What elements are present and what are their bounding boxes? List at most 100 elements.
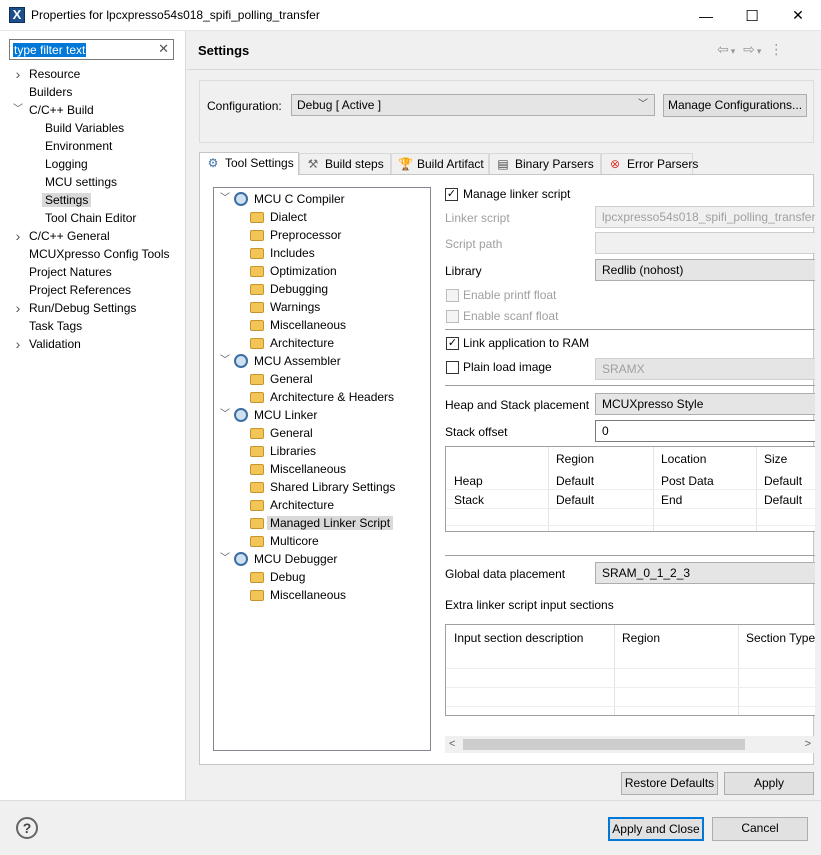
tree-tool-mcu-c-compiler[interactable]: MCU C Compiler	[254, 190, 345, 208]
tree-item-general[interactable]: General	[270, 424, 313, 442]
help-icon[interactable]: ?	[16, 817, 38, 839]
cancel-button[interactable]: Cancel	[712, 817, 808, 841]
chevron-right-icon[interactable]: ›	[13, 335, 23, 353]
tree-label: Multicore	[270, 534, 319, 548]
tree-item-miscellaneous[interactable]: Miscellaneous	[270, 316, 346, 334]
plain-load-image-checkbox[interactable]	[446, 361, 459, 374]
chevron-down-icon[interactable]: ﹀	[220, 352, 230, 370]
nav-item-mcuxpresso-config-tools[interactable]: MCUXpresso Config Tools	[29, 245, 170, 263]
chevron-right-icon[interactable]: ›	[13, 299, 23, 317]
tree-item-debugging[interactable]: Debugging	[270, 280, 328, 298]
chevron-down-icon[interactable]: ﹀	[220, 406, 230, 424]
tree-item-warnings[interactable]: Warnings	[270, 298, 320, 316]
heap-stack-placement-select[interactable]: MCUXpresso Style	[595, 393, 815, 415]
nav-item-c-c-build[interactable]: C/C++ Build	[29, 101, 94, 119]
tree-item-managed-linker-script[interactable]: Managed Linker Script	[267, 514, 394, 532]
nav-item-tool-chain-editor[interactable]: Tool Chain Editor	[45, 209, 136, 227]
gear-icon	[234, 408, 248, 422]
chevron-down-icon[interactable]: ﹀	[220, 550, 230, 568]
global-data-placement-select[interactable]: SRAM_0_1_2_3	[595, 562, 815, 584]
manage-linker-script-checkbox[interactable]: ✓	[445, 188, 458, 201]
nav-item-task-tags[interactable]: Task Tags	[29, 317, 82, 335]
chevron-down-icon: ﹀	[638, 99, 648, 110]
tree-item-multicore[interactable]: Multicore	[270, 532, 319, 550]
nav-item-project-natures[interactable]: Project Natures	[29, 263, 112, 281]
scroll-left-icon[interactable]: <	[449, 736, 455, 753]
folder-icon	[250, 230, 264, 241]
stack-offset-input[interactable]: 0	[595, 420, 815, 442]
chevron-down-icon[interactable]: ﹀	[220, 190, 230, 208]
tree-item-shared-library-settings[interactable]: Shared Library Settings	[270, 478, 395, 496]
forward-icon[interactable]: ⇨	[743, 41, 757, 57]
nav-item-validation[interactable]: Validation	[29, 335, 81, 353]
library-select[interactable]: Redlib (nohost)	[595, 259, 815, 281]
tree-item-architecture-headers[interactable]: Architecture & Headers	[270, 388, 394, 406]
tab-build-artifact[interactable]: 🏆 Build Artifact	[391, 153, 489, 174]
tree-item-libraries[interactable]: Libraries	[270, 442, 316, 460]
title-bar: X Properties for lpcxpresso54s018_spifi_…	[0, 0, 821, 31]
row-divider	[446, 525, 815, 526]
nav-item-mcu-settings[interactable]: MCU settings	[45, 173, 117, 191]
tree-item-miscellaneous[interactable]: Miscellaneous	[270, 460, 346, 478]
minimize-button[interactable]: —	[683, 0, 729, 31]
restore-defaults-button[interactable]: Restore Defaults	[621, 772, 718, 795]
manage-configurations-button[interactable]: Manage Configurations...	[663, 94, 807, 117]
tab-tool-settings[interactable]: ⚙ Tool Settings	[199, 152, 299, 175]
back-icon[interactable]: ⇦	[717, 41, 731, 57]
horizontal-scrollbar[interactable]: < >	[445, 736, 815, 753]
tree-item-optimization[interactable]: Optimization	[270, 262, 337, 280]
tree-item-general[interactable]: General	[270, 370, 313, 388]
nav-item-label: MCUXpresso Config Tools	[29, 247, 170, 261]
nav-item-run-debug-settings[interactable]: Run/Debug Settings	[29, 299, 136, 317]
scrollbar-thumb[interactable]	[463, 739, 745, 750]
configuration-select[interactable]: Debug [ Active ] ﹀	[291, 94, 655, 116]
tree-tool-mcu-debugger[interactable]: MCU Debugger	[254, 550, 337, 568]
nav-item-c-c-general[interactable]: C/C++ General	[29, 227, 110, 245]
tree-item-debug[interactable]: Debug	[270, 568, 305, 586]
link-to-ram-checkbox[interactable]: ✓	[446, 337, 459, 350]
column-header: Section Type	[746, 631, 815, 645]
folder-icon	[250, 284, 264, 295]
maximize-button[interactable]: ☐	[729, 0, 775, 31]
close-button[interactable]: ✕	[775, 0, 821, 31]
filter-input-text: type filter text	[13, 43, 87, 57]
tab-binary-parsers[interactable]: ▤ Binary Parsers	[489, 153, 601, 174]
nav-item-settings[interactable]: Settings	[42, 191, 92, 209]
tab-error-parsers[interactable]: ⊗ Error Parsers	[601, 153, 698, 174]
tree-item-miscellaneous[interactable]: Miscellaneous	[270, 586, 346, 604]
tree-label: Miscellaneous	[270, 462, 347, 476]
apply-button[interactable]: Apply	[724, 772, 814, 795]
tree-tool-mcu-assembler[interactable]: MCU Assembler	[254, 352, 341, 370]
clear-filter-icon[interactable]: ✕	[158, 41, 169, 57]
folder-icon	[250, 500, 264, 511]
view-menu-icon[interactable]: ⋮	[769, 41, 785, 57]
column-divider	[738, 625, 739, 715]
tree-tool-mcu-linker[interactable]: MCU Linker	[254, 406, 317, 424]
tree-item-dialect[interactable]: Dialect	[270, 208, 307, 226]
hammer-icon: ⚒	[307, 157, 319, 171]
tree-item-includes[interactable]: Includes	[270, 244, 315, 262]
tree-label: Includes	[270, 246, 315, 260]
tab-build-steps[interactable]: ⚒ Build steps	[299, 153, 391, 174]
chevron-right-icon[interactable]: ›	[13, 65, 23, 83]
nav-item-environment[interactable]: Environment	[45, 137, 112, 155]
folder-icon	[250, 482, 264, 493]
chevron-down-icon[interactable]: ﹀	[13, 101, 23, 119]
tree-item-architecture[interactable]: Architecture	[270, 334, 334, 352]
gear-icon	[234, 354, 248, 368]
settings-page: Settings ⇦▾ ⇨▾ ⋮ Configuration: Debug [ …	[187, 31, 821, 801]
nav-item-build-variables[interactable]: Build Variables	[45, 119, 124, 137]
chevron-right-icon[interactable]: ›	[13, 227, 23, 245]
dialog-footer: ? Apply and Close Cancel	[0, 800, 821, 855]
nav-item-project-references[interactable]: Project References	[29, 281, 131, 299]
filter-input[interactable]: type filter text ✕	[9, 39, 174, 60]
tree-label: Shared Library Settings	[270, 480, 396, 494]
tree-item-preprocessor[interactable]: Preprocessor	[270, 226, 341, 244]
nav-item-resource[interactable]: Resource	[29, 65, 80, 83]
nav-item-label: Project References	[29, 283, 132, 297]
scroll-right-icon[interactable]: >	[805, 736, 811, 753]
tree-item-architecture[interactable]: Architecture	[270, 496, 334, 514]
nav-item-builders[interactable]: Builders	[29, 83, 72, 101]
apply-and-close-button[interactable]: Apply and Close	[608, 817, 704, 841]
nav-item-logging[interactable]: Logging	[45, 155, 88, 173]
